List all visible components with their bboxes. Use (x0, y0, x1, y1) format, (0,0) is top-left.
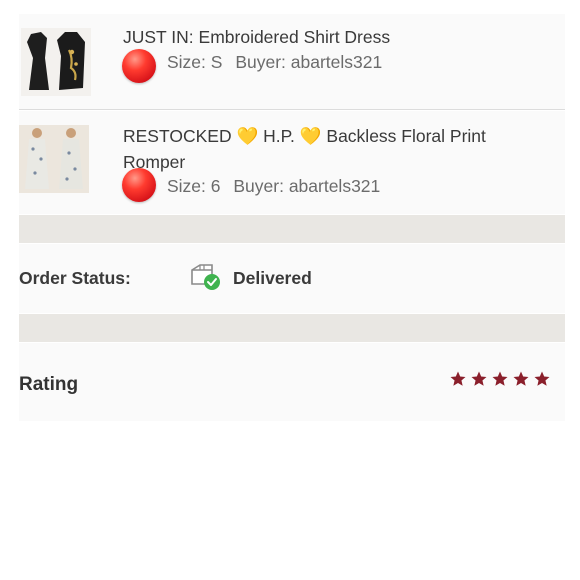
order-status-row: Order Status: Delivered (19, 244, 565, 313)
item-title[interactable]: RESTOCKED 💛 H.P. 💛 Backless Floral Print… (123, 123, 543, 175)
shirt-dress-image-icon (21, 28, 91, 96)
item-title[interactable]: JUST IN: Embroidered Shirt Dress (123, 24, 543, 50)
item-meta: Size: S Buyer: abartels321 (167, 52, 382, 73)
order-item[interactable]: JUST IN: Embroidered Shirt Dress Size: S… (19, 14, 565, 109)
item-meta: Size: 6 Buyer: abartels321 (167, 176, 380, 197)
floral-romper-image-icon (19, 125, 89, 193)
rating-stars (449, 370, 551, 390)
order-status-label: Order Status: (19, 268, 131, 288)
item-size: Size: S (167, 52, 223, 72)
star-icon (534, 371, 550, 386)
star-icon (492, 371, 508, 386)
order-status-value: Delivered (233, 268, 312, 288)
item-buyer: Buyer: abartels321 (233, 176, 381, 196)
section-spacer (19, 314, 565, 342)
item-size: Size: 6 (167, 176, 221, 196)
status-dot-icon (122, 168, 156, 202)
package-delivered-icon (189, 262, 223, 292)
status-dot-icon (122, 49, 156, 83)
star-icon (471, 371, 487, 386)
product-thumbnail[interactable] (21, 28, 91, 96)
item-buyer: Buyer: abartels321 (235, 52, 383, 72)
rating-row: Rating (19, 343, 565, 421)
star-icon (513, 371, 529, 386)
section-spacer (19, 215, 565, 243)
order-item[interactable]: RESTOCKED 💛 H.P. 💛 Backless Floral Print… (19, 111, 565, 214)
divider (19, 109, 565, 110)
rating-label: Rating (19, 374, 79, 395)
star-icon (450, 371, 466, 386)
product-thumbnail[interactable] (19, 125, 89, 193)
